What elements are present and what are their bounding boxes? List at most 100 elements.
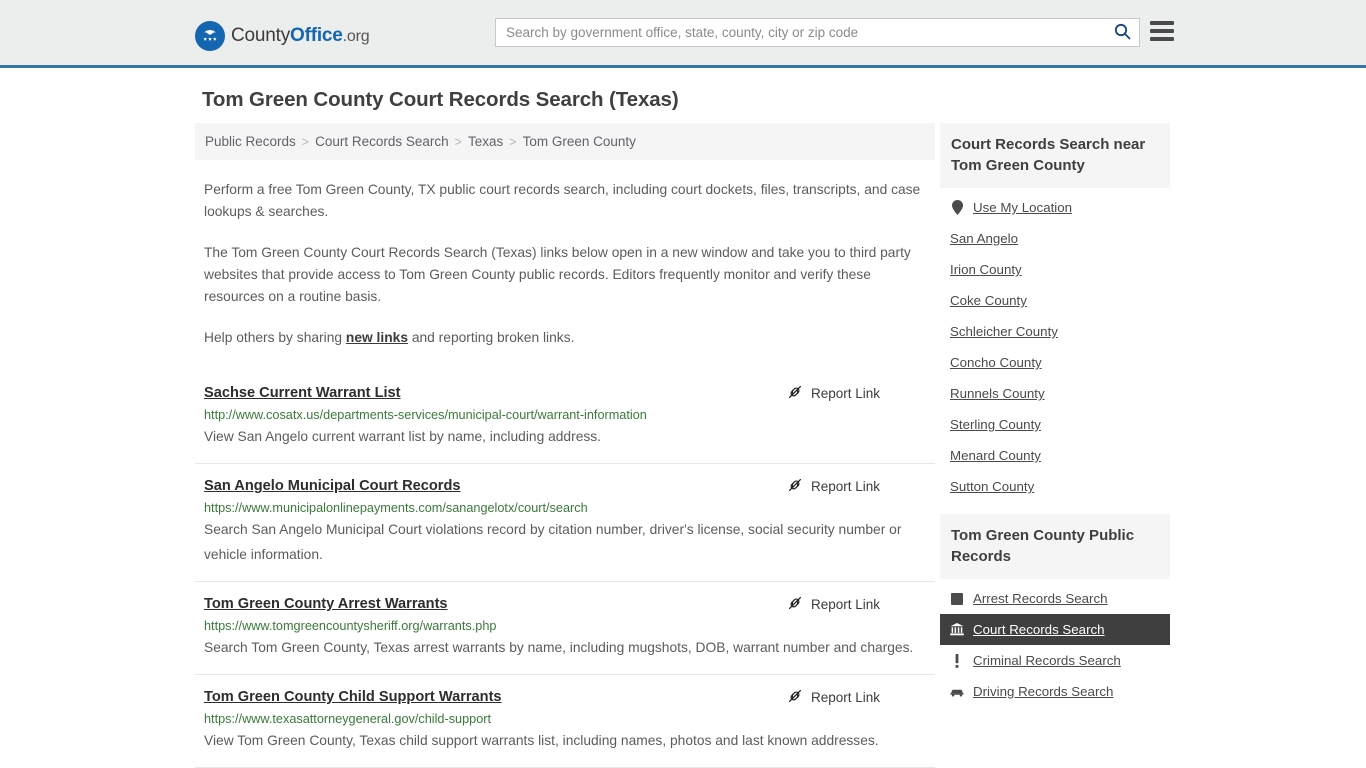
square-badge-icon [950,592,964,606]
hamburger-menu-icon[interactable] [1150,21,1174,41]
sidebar-item-label: Sutton County [950,479,1035,494]
search-icon [1114,23,1131,43]
result-url[interactable]: http://www.cosatx.us/departments-service… [204,408,926,422]
result-item: Sachse Current Warrant List Report Link … [195,371,935,463]
sidebar-item-label: Irion County [950,262,1022,277]
broken-link-icon [787,384,803,403]
breadcrumb-item-court-records-search[interactable]: Court Records Search [315,134,449,149]
result-header: Sachse Current Warrant List Report Link [204,383,926,403]
sidebar-item-san-angelo[interactable]: San Angelo [940,223,1170,254]
sidebar-item-driving-records-search[interactable]: Driving Records Search [940,676,1170,707]
sidebar-item-label: Arrest Records Search [973,591,1108,606]
intro-p3-before: Help others by sharing [204,330,346,345]
result-description: Search Tom Green County, Texas arrest wa… [204,640,914,655]
exclamation-icon [950,653,964,668]
sidebar-item-label: Criminal Records Search [973,653,1121,668]
intro-section: Perform a free Tom Green County, TX publ… [195,179,935,349]
sidebar-item-coke-county[interactable]: Coke County [940,285,1170,316]
brand-part-org: .org [342,28,370,45]
result-title-link[interactable]: Tom Green County Arrest Warrants [204,594,448,614]
result-title-link[interactable]: Tom Green County Child Support Warrants [204,687,502,707]
intro-paragraph-2: The Tom Green County Court Records Searc… [204,245,911,304]
sidebar-item-label: Menard County [950,448,1041,463]
brand-text: CountyOffice.org [231,25,370,47]
sidebar-item-arrest-records-search[interactable]: Arrest Records Search [940,583,1170,614]
site-logo[interactable]: CountyOffice.org [195,18,370,54]
sidebar-item-label: Schleicher County [950,324,1058,339]
sidebar-item-use-my-location[interactable]: Use My Location [940,192,1170,223]
report-link-label: Report Link [810,690,880,705]
courthouse-icon [950,623,964,637]
public-records-panel: Tom Green County Public Records Arrest R… [940,514,1170,707]
breadcrumb: Public Records > Court Records Search > … [195,123,935,160]
sidebar-item-label: Concho County [950,355,1042,370]
sidebar-item-label: Driving Records Search [973,684,1114,699]
page-title: Tom Green County Court Records Search (T… [202,88,679,111]
eagle-emblem-icon [195,21,225,51]
brand-part-county: County [231,25,291,46]
report-link-button[interactable]: Report Link [787,595,926,614]
breadcrumb-item-texas[interactable]: Texas [468,134,503,149]
result-url[interactable]: https://www.texasattorneygeneral.gov/chi… [204,712,926,726]
broken-link-icon [787,688,803,707]
sidebar-item-label: Coke County [950,293,1027,308]
result-header: San Angelo Municipal Court Records Repor… [204,476,926,496]
intro-p3-after: and reporting broken links. [408,330,575,345]
public-records-panel-body: Arrest Records Search Court Records Sear… [940,579,1170,707]
report-link-button[interactable]: Report Link [787,384,926,403]
sidebar-item-schleicher-county[interactable]: Schleicher County [940,316,1170,347]
result-title-link[interactable]: San Angelo Municipal Court Records [204,476,461,496]
breadcrumb-separator: > [509,134,517,149]
map-pin-icon [950,200,964,215]
report-link-label: Report Link [810,386,880,401]
sidebar-item-court-records-search[interactable]: Court Records Search [940,614,1170,645]
sidebar-item-irion-county[interactable]: Irion County [940,254,1170,285]
report-link-label: Report Link [810,479,880,494]
report-link-button[interactable]: Report Link [787,477,926,496]
sidebar-item-label: Sterling County [950,417,1041,432]
nearby-panel-heading: Court Records Search near Tom Green Coun… [940,123,1170,188]
sidebar-item-label: San Angelo [950,231,1019,246]
sidebar-item-criminal-records-search[interactable]: Criminal Records Search [940,645,1170,676]
search-button[interactable] [1105,19,1139,46]
breadcrumb-separator: > [301,134,310,149]
sidebar-item-runnels-county[interactable]: Runnels County [940,378,1170,409]
result-description: Search San Angelo Municipal Court violat… [204,522,902,562]
result-url[interactable]: https://www.municipalonlinepayments.com/… [204,501,926,515]
search-bar[interactable] [495,18,1140,47]
main-content: Public Records > Court Records Search > … [195,123,935,768]
result-url[interactable]: https://www.tomgreencountysheriff.org/wa… [204,619,926,633]
broken-link-icon [787,477,803,496]
result-item: San Angelo Municipal Court Records Repor… [195,463,935,581]
new-links-link[interactable]: new links [346,330,408,345]
car-icon [950,685,964,699]
result-description: View San Angelo current warrant list by … [204,429,602,444]
breadcrumb-separator: > [454,134,462,149]
breadcrumb-item-tom-green-county: Tom Green County [522,134,636,149]
result-item: Tom Green County Arrest Warrants Report … [195,581,935,674]
sidebar-item-label: Use My Location [973,200,1073,215]
intro-paragraph-1: Perform a free Tom Green County, TX publ… [204,182,921,219]
sidebar-item-concho-county[interactable]: Concho County [940,347,1170,378]
results-list: Sachse Current Warrant List Report Link … [195,371,935,768]
result-title-link[interactable]: Sachse Current Warrant List [204,383,401,403]
report-link-label: Report Link [810,597,880,612]
sidebar: Court Records Search near Tom Green Coun… [940,123,1170,719]
result-description: View Tom Green County, Texas child suppo… [204,733,879,748]
site-header: CountyOffice.org [0,0,1366,68]
breadcrumb-item-public-records[interactable]: Public Records [205,134,296,149]
nearby-panel: Court Records Search near Tom Green Coun… [940,123,1170,502]
sidebar-item-sterling-county[interactable]: Sterling County [940,409,1170,440]
nearby-panel-body: Use My Location San Angelo Irion County … [940,188,1170,502]
sidebar-item-sutton-county[interactable]: Sutton County [940,471,1170,502]
result-header: Tom Green County Arrest Warrants Report … [204,594,926,614]
search-input[interactable] [496,19,1105,46]
result-item: Tom Green County Child Support Warrants … [195,674,935,767]
report-link-button[interactable]: Report Link [787,688,926,707]
brand-part-office: Office [290,25,343,46]
broken-link-icon [787,595,803,614]
intro-paragraph-3: Help others by sharing new links and rep… [204,327,926,349]
public-records-panel-heading: Tom Green County Public Records [940,514,1170,579]
result-header: Tom Green County Child Support Warrants … [204,687,926,707]
sidebar-item-menard-county[interactable]: Menard County [940,440,1170,471]
